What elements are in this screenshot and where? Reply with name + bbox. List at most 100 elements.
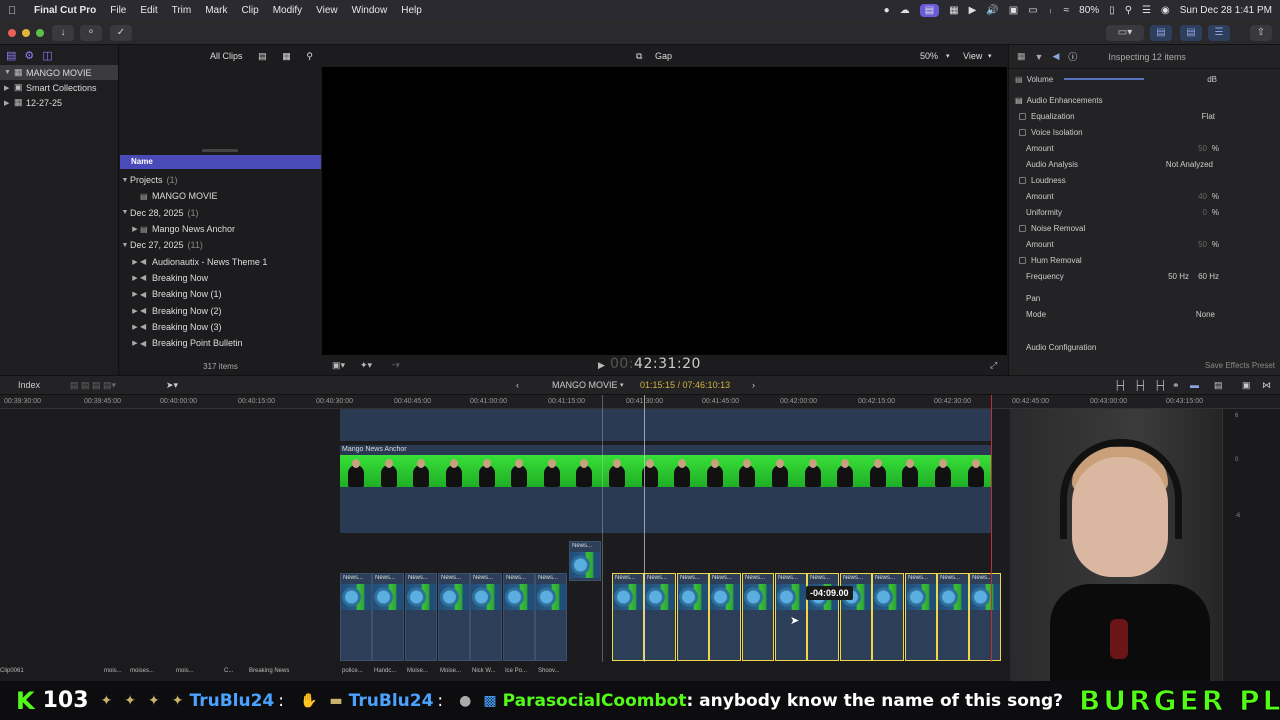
snapping-icon[interactable]: ▬ [1190, 380, 1199, 390]
menu-trim[interactable]: Trim [172, 5, 192, 16]
enhance-icon[interactable]: ✦▾ [360, 360, 372, 371]
browser-search-icon[interactable]: ⚲ [306, 51, 313, 62]
selected-clip[interactable]: News... [709, 573, 741, 661]
share-menu-icon[interactable]: ▭▾ [1106, 25, 1144, 41]
status-circle-icon[interactable]: ● [884, 5, 890, 16]
effects-browser-icon[interactable]: ▣ [1242, 380, 1251, 391]
layout-timeline-icon[interactable]: ▤ [1180, 25, 1202, 41]
noise-removal-checkbox[interactable] [1019, 224, 1026, 232]
share-icon[interactable]: ⇧ [1250, 25, 1272, 41]
siri-icon[interactable]: ◉ [1161, 5, 1170, 16]
gap-clip[interactable] [340, 409, 992, 441]
list-group[interactable]: ▼ Dec 28, 2025 (1) [120, 205, 321, 221]
selected-clip[interactable]: News... [677, 573, 709, 661]
disclosure-closed-icon[interactable]: ▶ [130, 290, 140, 298]
zoom-menu[interactable]: 50% [920, 51, 938, 61]
bluetooth-icon[interactable]: ᛧ [1048, 5, 1054, 16]
video-inspector-icon[interactable]: ▦ [1017, 51, 1026, 62]
disclosure-open-icon[interactable]: ▼ [120, 177, 130, 184]
disclosure-open-icon[interactable]: ▼ [120, 242, 130, 249]
minimize-window-button[interactable] [22, 29, 30, 37]
strip-clip-label[interactable]: Clip0061 [0, 668, 24, 674]
menu-view[interactable]: View [316, 5, 338, 16]
skimming-icon[interactable]: ├┤ [1114, 380, 1127, 390]
audio-skimming-icon[interactable]: ├┤ [1134, 380, 1147, 390]
timeline-clip[interactable]: News... [405, 573, 437, 661]
selected-clip[interactable]: News... [742, 573, 774, 661]
voice-isolation-checkbox[interactable] [1019, 128, 1026, 136]
disclosure-open-icon[interactable]: ▼ [120, 209, 130, 216]
browser-grouping-icon[interactable]: ▦ [282, 51, 291, 62]
disclosure-open-icon[interactable]: ▼ [4, 69, 14, 76]
menu-mark[interactable]: Mark [205, 5, 227, 16]
loudness-amount-value[interactable]: 40 [1198, 192, 1207, 201]
list-item[interactable]: ▶ ◀ Breaking Now [120, 270, 321, 286]
zoom-window-button[interactable] [36, 29, 44, 37]
chevron-down-icon[interactable]: ▾ [988, 52, 992, 60]
timeline-clip[interactable]: News... [340, 573, 372, 661]
audio-inspector-icon[interactable]: ◀ [1052, 51, 1059, 62]
save-effects-preset-button[interactable]: Save Effects Preset [1205, 361, 1275, 370]
monitor-icon[interactable]: ▭ [1028, 5, 1037, 16]
strip-clip-label[interactable]: mois... [176, 668, 194, 674]
disclosure-closed-icon[interactable]: ▶ [130, 225, 140, 233]
strip-clip-label[interactable]: mois... [104, 668, 122, 674]
battery-percent[interactable]: 80% [1079, 5, 1099, 16]
timeline-clip[interactable]: News... [503, 573, 535, 661]
play-status-icon[interactable]: ▶ [969, 5, 977, 16]
strip-clip-label[interactable]: C... [224, 668, 233, 674]
close-window-button[interactable] [8, 29, 16, 37]
list-item[interactable]: ▶ ◀ Breaking Now (2) [120, 302, 321, 318]
strip-clip-label[interactable]: police... [342, 668, 363, 674]
chevron-down-icon[interactable]: ▾ [620, 381, 624, 389]
select-tool-icon[interactable]: ➤▾ [166, 380, 178, 391]
play-icon[interactable]: ▶ [598, 360, 605, 371]
timeline-clip[interactable]: News... [438, 573, 470, 661]
loudness-checkbox[interactable] [1019, 176, 1026, 184]
strip-clip-label[interactable]: Nick W... [472, 668, 496, 674]
selected-clip[interactable]: News... [969, 573, 1001, 661]
list-item[interactable]: ▶ ◀ Breaking Now (3) [120, 319, 321, 335]
timeline-clip[interactable]: News... [470, 573, 502, 661]
app-menu[interactable]: Final Cut Pro [34, 5, 96, 16]
selected-clip[interactable]: News... [905, 573, 937, 661]
background-tasks-icon[interactable]: ✓ [110, 25, 132, 41]
selected-clip[interactable]: News... [612, 573, 644, 661]
disclosure-closed-icon[interactable]: ▶ [130, 339, 140, 347]
keywords-icon[interactable]: ⚬ [80, 25, 102, 41]
clock[interactable]: Sun Dec 28 1:41 PM [1180, 5, 1272, 16]
fullscreen-icon[interactable]: ⤢ [990, 360, 997, 371]
apple-menu-icon[interactable]:  [8, 5, 22, 17]
strip-clip-label[interactable]: Handc... [374, 668, 396, 674]
strip-clip-label[interactable]: moises... [130, 668, 154, 674]
list-group[interactable]: ▼ Dec 27, 2025 (11) [120, 237, 321, 253]
disclosure-closed-icon[interactable]: ▶ [130, 274, 140, 282]
clip-appearance-icon[interactable]: ▤ [258, 51, 267, 62]
disclosure-closed-icon[interactable]: ▶ [4, 99, 14, 107]
browser-scroll-handle[interactable] [202, 149, 238, 152]
display-icon[interactable]: ▣ [1009, 5, 1018, 16]
strip-clip-label[interactable]: Moise... [407, 668, 428, 674]
transitions-browser-icon[interactable]: ⋈ [1262, 380, 1271, 391]
menu-help[interactable]: Help [401, 5, 422, 16]
uniformity-value[interactable]: 0 [1203, 208, 1207, 217]
audio-enhancements-header[interactable]: ▤ Audio Enhancements [1009, 92, 1280, 108]
clip-appearance-icon[interactable]: ▤ [1214, 380, 1223, 391]
screen-record-icon[interactable]: ▤ [919, 4, 940, 17]
titles-tab-icon[interactable]: ◫ [42, 49, 52, 62]
library-item[interactable]: ▼ ▦ MANGO MOVIE [0, 65, 118, 80]
clip-filter-menu[interactable]: All Clips [210, 51, 243, 61]
layout-inspector-icon[interactable]: ☰ [1208, 25, 1230, 41]
volume-icon[interactable]: 🔊 [986, 5, 998, 16]
project-name[interactable]: MANGO MOVIE [552, 380, 618, 390]
connect-clip-icon[interactable]: ▤ ▤ ▤ ▤▾ [70, 380, 116, 391]
history-forward-icon[interactable]: › [752, 380, 755, 390]
color-inspector-icon[interactable]: ▼ [1035, 52, 1044, 62]
timeline-clip[interactable]: News... [569, 541, 601, 581]
list-item[interactable]: ▤ MANGO MOVIE [120, 188, 321, 204]
disclosure-closed-icon[interactable]: ▶ [130, 307, 140, 315]
frequency-50-radio[interactable]: 50 Hz [1168, 272, 1189, 281]
list-item[interactable]: ▶ ◀ Breaking Now (1) [120, 286, 321, 302]
grid-icon[interactable]: ▦ [949, 5, 958, 16]
strip-clip-label[interactable]: Moise... [440, 668, 461, 674]
